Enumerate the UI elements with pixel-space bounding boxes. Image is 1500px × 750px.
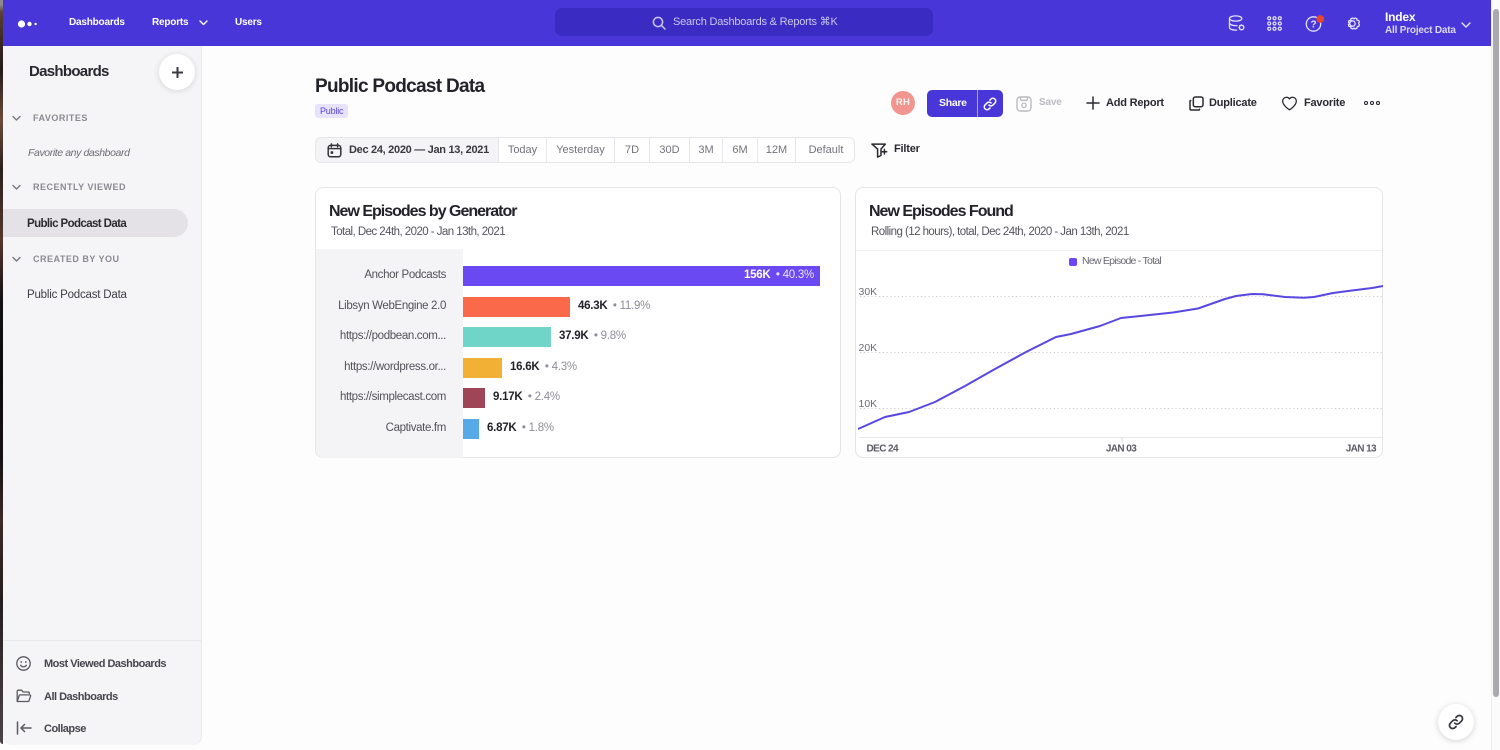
svg-text:30K: 30K	[859, 286, 878, 298]
svg-text:JAN 03: JAN 03	[1106, 444, 1137, 455]
svg-text:20K: 20K	[859, 342, 878, 354]
svg-text:DEC 24: DEC 24	[867, 444, 899, 455]
svg-text:10K: 10K	[859, 398, 878, 410]
svg-text:JAN 13: JAN 13	[1346, 444, 1377, 455]
svg-text:?: ?	[1310, 20, 1316, 31]
